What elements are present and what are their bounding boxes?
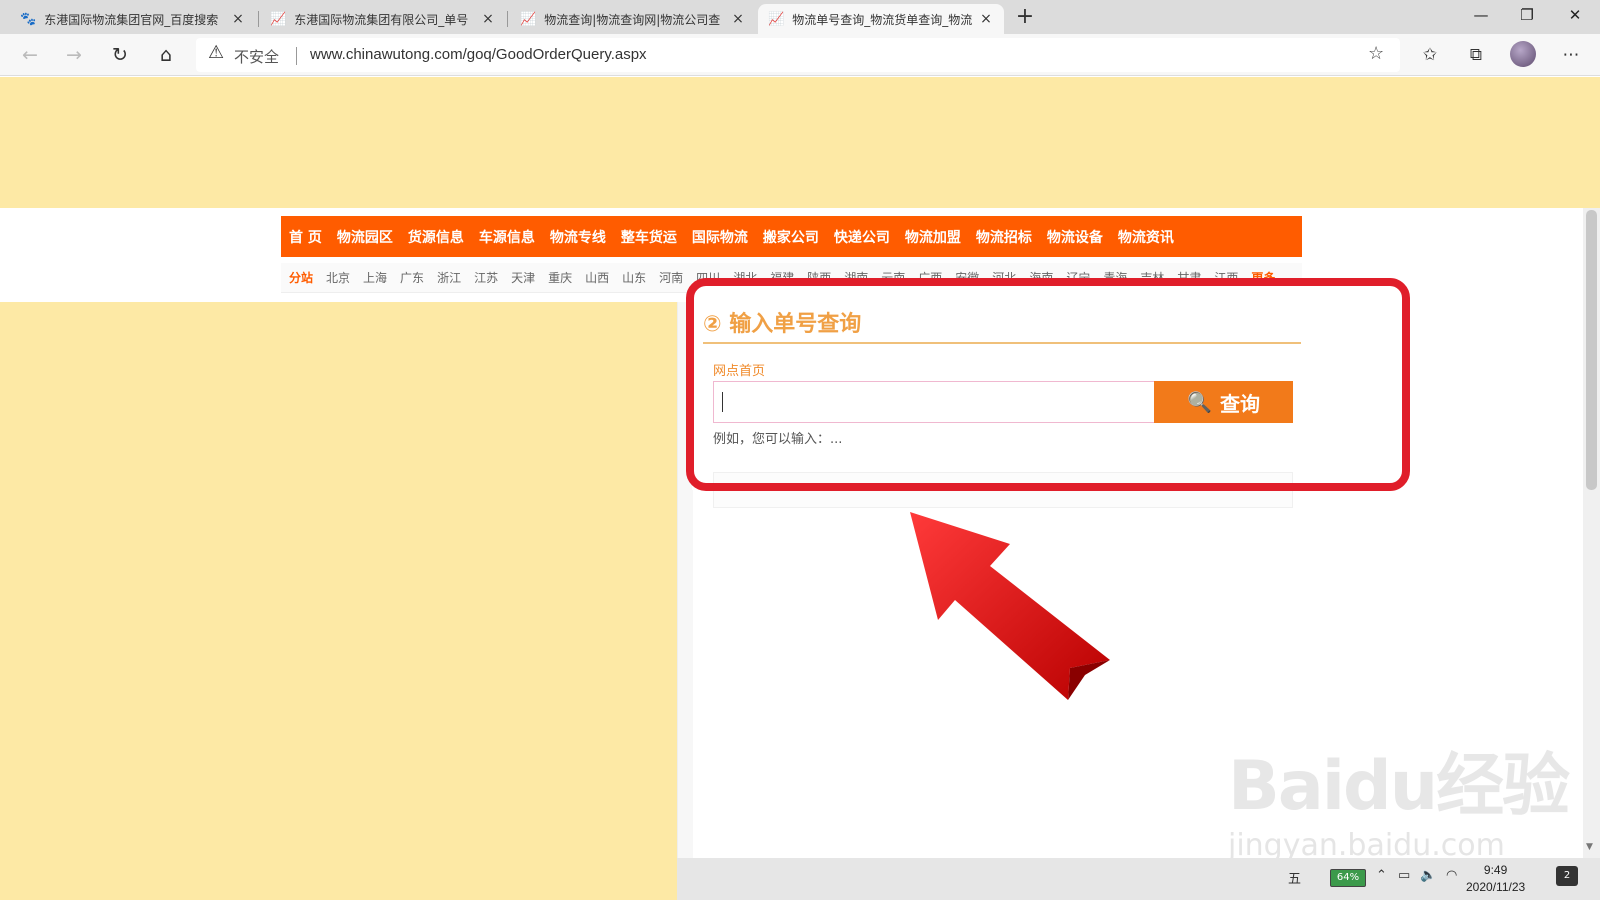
battery-icon[interactable]: ▭ bbox=[1398, 868, 1410, 883]
restore-button[interactable]: ❐ bbox=[1504, 0, 1550, 32]
nav-item[interactable]: 物流资讯 bbox=[1118, 227, 1174, 247]
chart-icon: 📈 bbox=[520, 11, 537, 27]
tab-label: 东港国际物流集团有限公司_单号 bbox=[294, 12, 469, 27]
address-bar: ← → ↻ ⌂ ⚠ 不安全 www.chinawutong.com/goq/Go… bbox=[0, 34, 1600, 76]
new-tab-button[interactable]: + bbox=[1010, 4, 1040, 32]
tab-logistics-query[interactable]: 📈 物流查询|物流查询网|物流公司查 × bbox=[510, 4, 756, 34]
favorites-icon[interactable]: ✩ bbox=[1414, 40, 1446, 70]
baidu-paw-icon: 🐾 bbox=[20, 11, 37, 27]
clock[interactable]: 9:49 2020/11/23 bbox=[1466, 862, 1525, 896]
nav-item[interactable]: 物流园区 bbox=[337, 227, 393, 247]
substation-link[interactable]: 山西 bbox=[585, 269, 609, 286]
chart-icon: 📈 bbox=[270, 11, 287, 27]
substation-link[interactable]: 上海 bbox=[363, 269, 387, 286]
chart-icon: 📈 bbox=[768, 11, 785, 27]
url-text[interactable]: www.chinawutong.com/goq/GoodOrderQuery.a… bbox=[310, 46, 647, 63]
more-icon[interactable]: ⋯ bbox=[1555, 40, 1587, 70]
substation-link[interactable]: 天津 bbox=[511, 269, 535, 286]
tab-donggang[interactable]: 📈 东港国际物流集团有限公司_单号 × bbox=[260, 4, 506, 34]
substation-link[interactable]: 重庆 bbox=[548, 269, 572, 286]
scroll-down-icon[interactable]: ▼ bbox=[1586, 842, 1593, 852]
substation-link[interactable]: 江苏 bbox=[474, 269, 498, 286]
favorite-star-icon[interactable]: ☆ bbox=[1368, 43, 1384, 64]
wifi-icon[interactable]: ◠ bbox=[1446, 868, 1457, 883]
tab-baidu-search[interactable]: 🐾 东港国际物流集团官网_百度搜索 × bbox=[10, 4, 256, 34]
substation-link[interactable]: 山东 bbox=[622, 269, 646, 286]
security-label[interactable]: 不安全 bbox=[234, 46, 279, 67]
nav-item[interactable]: 物流招标 bbox=[976, 227, 1032, 247]
tab-bar: 🐾 东港国际物流集团官网_百度搜索 × 📈 东港国际物流集团有限公司_单号 × … bbox=[0, 0, 1600, 34]
highlight-box bbox=[686, 278, 1410, 491]
nav-item[interactable]: 货源信息 bbox=[408, 227, 464, 247]
nav-item[interactable]: 车源信息 bbox=[479, 227, 535, 247]
minimize-button[interactable]: — bbox=[1458, 0, 1504, 32]
close-icon[interactable]: × bbox=[978, 11, 994, 27]
nav-item[interactable]: 物流设备 bbox=[1047, 227, 1103, 247]
watermark-logo: Baidu经验 bbox=[1228, 747, 1570, 826]
nav-item[interactable]: 搬家公司 bbox=[763, 227, 819, 247]
battery-indicator[interactable]: 64% bbox=[1330, 869, 1366, 887]
refresh-icon[interactable]: ↻ bbox=[104, 40, 136, 70]
nav-item[interactable]: 物流专线 bbox=[550, 227, 606, 247]
url-field[interactable]: ⚠ 不安全 www.chinawutong.com/goq/GoodOrderQ… bbox=[196, 38, 1400, 72]
nav-item[interactable]: 国际物流 bbox=[692, 227, 748, 247]
close-icon[interactable]: × bbox=[730, 11, 746, 27]
substation-link[interactable]: 河南 bbox=[659, 269, 683, 286]
ad-panel-left bbox=[0, 302, 677, 900]
close-icon[interactable]: × bbox=[230, 11, 246, 27]
nav-item[interactable]: 首 页 bbox=[289, 227, 322, 247]
volume-icon[interactable]: 🔈 bbox=[1420, 868, 1436, 883]
date: 2020/11/23 bbox=[1466, 880, 1526, 894]
ad-banner-top bbox=[0, 77, 1600, 208]
substation-link[interactable]: 广东 bbox=[400, 269, 424, 286]
collections-icon[interactable]: ⧉ bbox=[1460, 40, 1492, 70]
nav-item[interactable]: 物流加盟 bbox=[905, 227, 961, 247]
back-icon[interactable]: ← bbox=[14, 40, 46, 70]
site-nav: 首 页物流园区 货源信息 车源信息 物流专线 整车货运 国际物流 搬家公司 快递公司 物流加盟物… bbox=[281, 216, 1302, 257]
tab-order-query-active[interactable]: 📈 物流单号查询_物流货单查询_物流 × bbox=[758, 4, 1004, 34]
window-close-button[interactable]: ✕ bbox=[1552, 0, 1598, 32]
nav-item[interactable]: 快递公司 bbox=[834, 227, 890, 247]
chevron-up-icon[interactable]: ⌃ bbox=[1376, 868, 1387, 883]
nav-item[interactable]: 整车货运 bbox=[621, 227, 677, 247]
home-icon[interactable]: ⌂ bbox=[150, 40, 182, 70]
tab-label: 物流单号查询_物流货单查询_物流 bbox=[792, 12, 973, 27]
ime-indicator[interactable]: 五 bbox=[1288, 868, 1301, 887]
notification-icon[interactable]: 2 bbox=[1556, 866, 1578, 886]
avatar[interactable] bbox=[1510, 41, 1536, 67]
time: 9:49 bbox=[1483, 863, 1508, 877]
warning-icon: ⚠ bbox=[208, 42, 225, 63]
substation-label: 分站 bbox=[289, 271, 314, 285]
red-arrow-icon bbox=[910, 512, 1110, 700]
tab-label: 东港国际物流集团官网_百度搜索 bbox=[44, 12, 219, 27]
forward-icon[interactable]: → bbox=[58, 40, 90, 70]
close-icon[interactable]: × bbox=[480, 11, 496, 27]
tab-label: 物流查询|物流查询网|物流公司查 bbox=[544, 12, 721, 27]
scrollbar-thumb[interactable] bbox=[1586, 210, 1597, 490]
substation-link[interactable]: 浙江 bbox=[437, 269, 461, 286]
substation-link[interactable]: 北京 bbox=[326, 269, 350, 286]
taskbar bbox=[677, 858, 1600, 900]
